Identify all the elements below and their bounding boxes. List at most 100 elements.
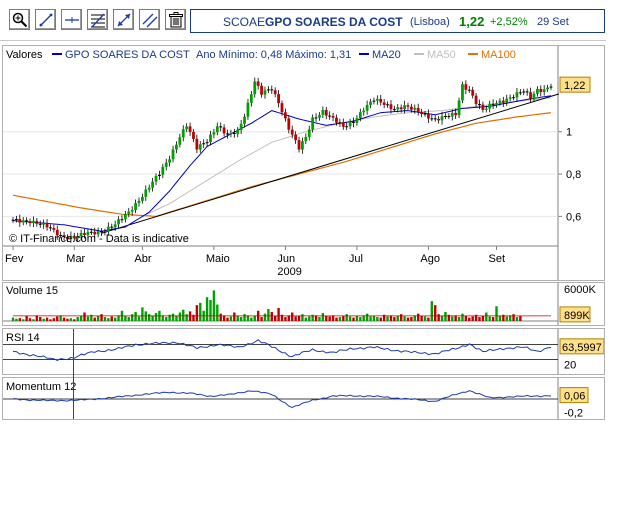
volume-current-label: 899K (564, 310, 590, 322)
candle-body (18, 218, 22, 223)
volume-bar (321, 313, 325, 321)
candle-body (297, 140, 301, 150)
volume-bar (485, 312, 488, 321)
candle-body (546, 87, 549, 90)
volume-bar (15, 318, 18, 321)
candle-body (226, 133, 229, 135)
cursor-crosshair-line (73, 329, 75, 419)
legend-ma100: MA100 (481, 49, 516, 61)
volume-bar (199, 302, 202, 321)
volume-bar (498, 315, 502, 321)
volume-bar (338, 317, 342, 321)
candle-body (515, 92, 519, 98)
candle-body (277, 94, 280, 104)
candle-body (396, 107, 400, 110)
volume-bar (76, 317, 79, 321)
candle-body (35, 220, 39, 224)
magnifier-plus-icon (12, 12, 28, 28)
chart-application: SCOAE GPO SOARES DA COST (Lisboa) 1,22 +… (0, 0, 606, 420)
candle-body (382, 102, 386, 105)
volume-bar (491, 317, 495, 321)
volume-chart[interactable]: Volume 15 6000K 899K (3, 283, 604, 325)
current-price-label: 1,22 (564, 80, 585, 92)
volume-bar (437, 314, 440, 321)
candle-body (287, 118, 291, 130)
volume-bar (250, 317, 253, 321)
fibonacci-tool[interactable] (87, 9, 108, 30)
volume-bar (103, 317, 107, 321)
volume-bar (205, 297, 209, 321)
rsi-chart[interactable]: RSI 14 20 63,5997 (3, 329, 604, 374)
candle-body (28, 221, 32, 224)
line-tool[interactable] (35, 9, 56, 30)
legend-title: Valores (6, 49, 43, 61)
volume-bar (263, 313, 267, 321)
candle-body (386, 104, 389, 106)
candle-body (15, 218, 18, 220)
volume-bar (386, 316, 389, 321)
zoom-in-tool[interactable] (9, 9, 30, 30)
volume-bar (369, 316, 372, 321)
volume-bar (79, 315, 83, 321)
candle-body (392, 109, 396, 111)
candle-body (273, 90, 277, 95)
volume-bar (468, 317, 471, 321)
x-tick-label: Jul (349, 253, 363, 265)
volume-bar (519, 315, 522, 321)
candle-body (423, 113, 427, 115)
delete-tool[interactable] (165, 9, 186, 30)
candle-body (399, 107, 403, 110)
trend-channel-tool[interactable] (113, 9, 134, 30)
candle-body (154, 176, 158, 182)
quote-header: SCOAE GPO SOARES DA COST (Lisboa) 1,22 +… (190, 9, 605, 33)
price-panel: Valores GPO SOARES DA COST Ano Mínimo: 0… (2, 45, 605, 281)
legend-ma20: MA20 (372, 49, 401, 61)
parallel-line-tool[interactable] (139, 9, 160, 30)
volume-bar (62, 317, 66, 321)
volume-panel: Volume 15 6000K 899K (2, 282, 605, 326)
candle-body (508, 97, 512, 99)
volume-bar (372, 315, 376, 321)
volume-bar (171, 313, 175, 321)
volume-bar (216, 304, 219, 321)
horizontal-line-tool[interactable] (61, 9, 82, 30)
candle-body (140, 196, 144, 201)
x-tick-label: Maio (206, 253, 230, 265)
volume-bar (481, 315, 485, 321)
volume-bar (236, 315, 239, 321)
candle-body (314, 117, 318, 119)
volume-bar (253, 315, 256, 321)
volume-bar (273, 315, 277, 321)
candle-body (355, 118, 359, 123)
candle-body (185, 126, 189, 130)
momentum-tick-label: -0,2 (564, 407, 583, 419)
volume-bar (420, 315, 423, 321)
candle-body (304, 136, 308, 142)
candle-body (328, 115, 332, 117)
candle-body (403, 105, 406, 110)
candle-body (280, 103, 284, 113)
volume-bar (243, 314, 246, 321)
trend-arrows-icon (117, 13, 131, 27)
candle-body (253, 81, 257, 95)
volume-bar (423, 316, 427, 321)
y-tick-label: 1 (566, 127, 572, 139)
candle-body (365, 104, 369, 111)
volume-bar (403, 316, 406, 321)
volume-bar (175, 315, 178, 321)
candle-body (151, 181, 155, 188)
candle-body (311, 117, 315, 130)
candle-body (52, 228, 56, 230)
candle-body (113, 224, 117, 228)
momentum-chart[interactable]: Momentum 12 -0,2 0,06 (3, 378, 604, 419)
volume-bar (430, 301, 434, 321)
momentum-current-label: 0,06 (564, 391, 585, 403)
candle-body (205, 142, 209, 144)
volume-bar (427, 317, 430, 321)
volume-bar (195, 305, 199, 321)
candle-body (341, 122, 345, 127)
candle-body (120, 219, 124, 221)
candle-body (338, 122, 342, 124)
candle-body (529, 92, 532, 99)
price-chart[interactable]: Valores GPO SOARES DA COST Ano Mínimo: 0… (3, 46, 604, 280)
